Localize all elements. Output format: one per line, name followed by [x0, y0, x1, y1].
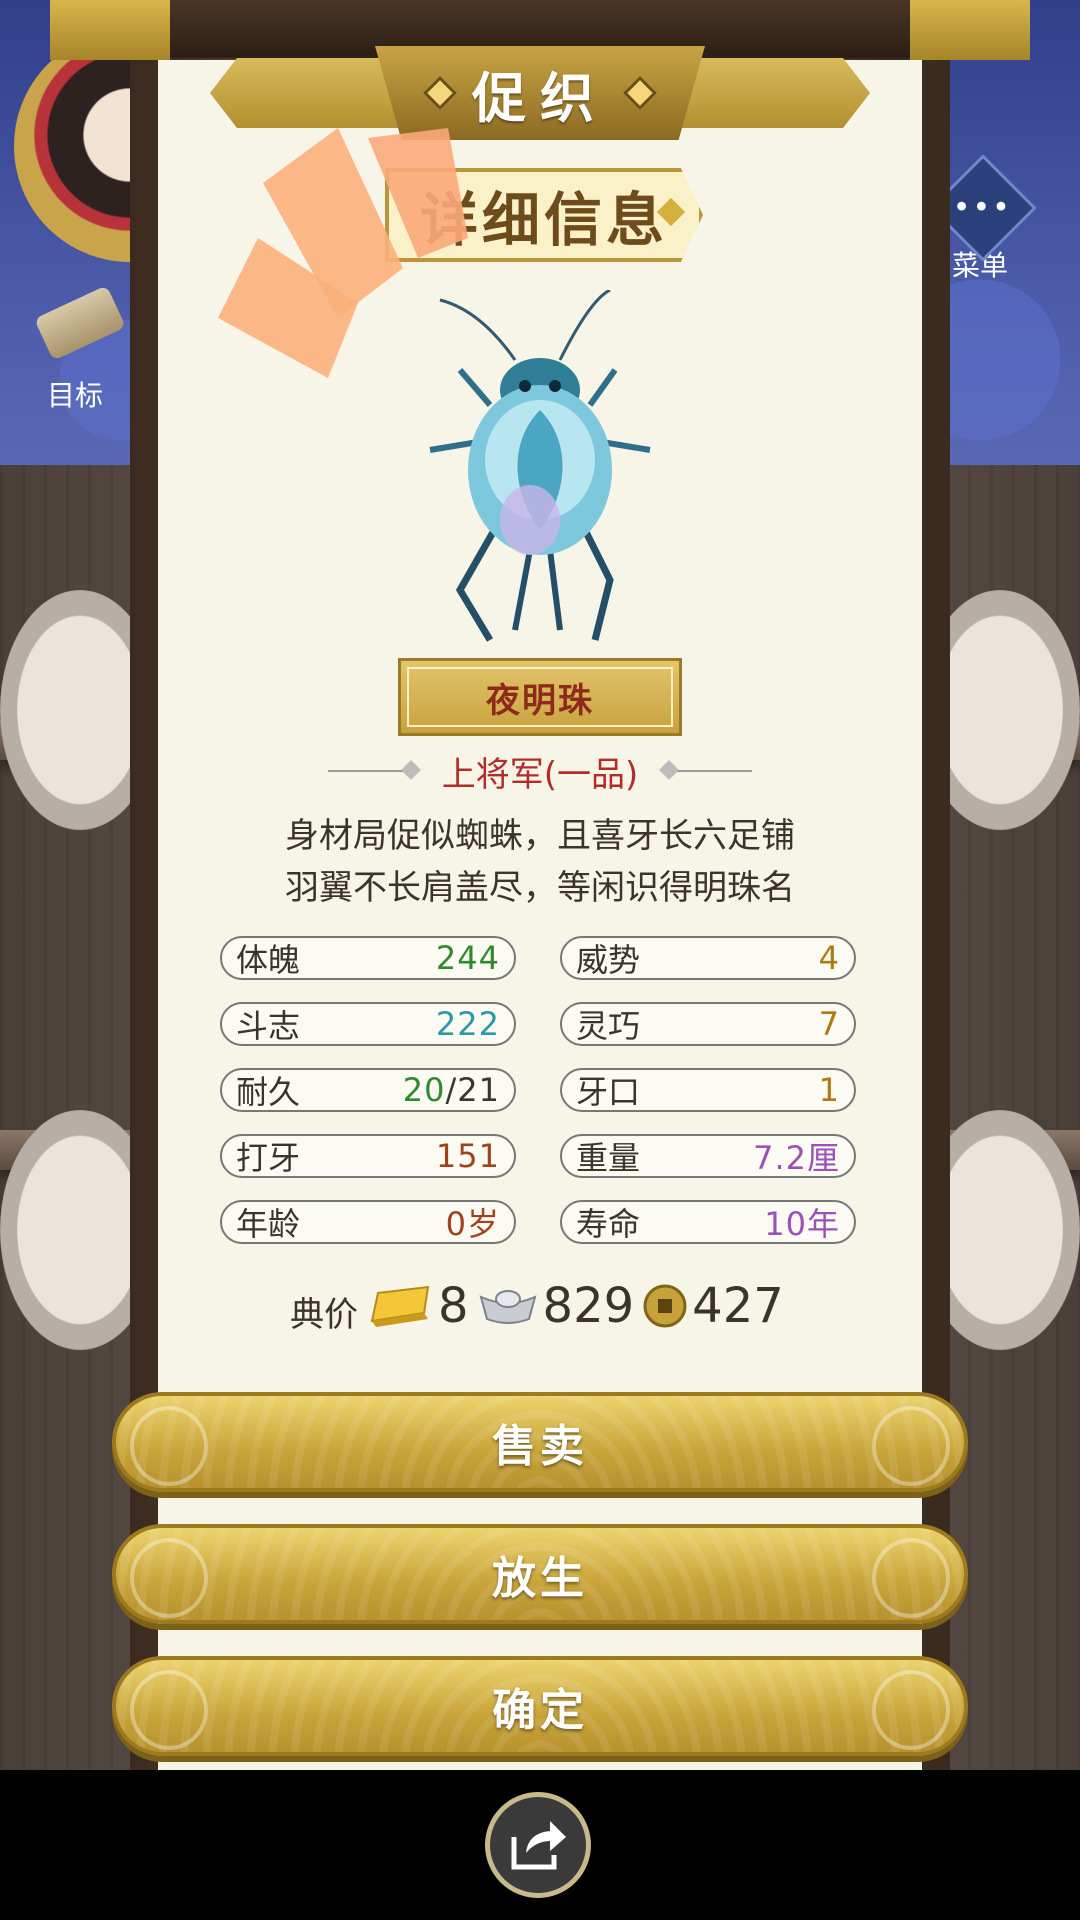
stat-value: 0岁 [445, 1205, 500, 1243]
stat-row: 重量 7.2厘 [560, 1134, 856, 1178]
cricket-icon [429, 290, 651, 642]
release-label: 放生 [492, 1553, 588, 1604]
stat-label: 灵巧 [576, 1007, 641, 1045]
sell-button[interactable]: 售卖 [112, 1392, 968, 1492]
stat-row: 威势 4 [560, 936, 856, 980]
poem-line: 身材局促似蜘蛛，且喜牙长六足铺 [285, 816, 795, 856]
stat-label: 寿命 [576, 1205, 641, 1243]
goal-label: 目标 [46, 379, 103, 412]
stat-label: 打牙 [236, 1139, 301, 1177]
copper-coin-icon [643, 1284, 687, 1328]
stat-label: 斗志 [236, 1007, 301, 1045]
cricket-poem: 身材局促似蜘蛛，且喜牙长六足铺 羽翼不长肩盖尽，等闲识得明珠名 [200, 810, 880, 914]
corner-ornament [50, 0, 170, 60]
stat-value: 7 [818, 1005, 840, 1043]
stat-value: 7.2厘 [753, 1139, 840, 1177]
cricket-rank-row: 上将军(一品) [290, 746, 790, 796]
scroll-icon [34, 285, 126, 370]
cricket-name: 夜明珠 [486, 680, 594, 721]
divider-ornament-icon [662, 770, 753, 772]
coin-amount: 427 [692, 1278, 784, 1334]
release-button[interactable]: 放生 [112, 1524, 968, 1624]
corner-ornament [910, 0, 1030, 60]
goal-button[interactable]: 目标 [20, 285, 130, 414]
stat-row: 年龄 0岁 [220, 1200, 516, 1244]
dialog-title-plate: 促织 [375, 46, 705, 140]
stat-label: 重量 [576, 1139, 641, 1177]
share-button[interactable] [485, 1792, 591, 1898]
stat-label: 威势 [576, 941, 641, 979]
silver-ingot-icon [479, 1290, 537, 1324]
stat-row: 牙口 1 [560, 1068, 856, 1112]
stat-value: 10年 [764, 1205, 840, 1243]
cricket-name-plate: 夜明珠 [398, 658, 682, 736]
stat-label: 牙口 [576, 1073, 641, 1111]
dialog-title: 促织 [472, 66, 608, 130]
diamond-ornament-icon [423, 76, 457, 110]
stat-value: 1 [818, 1071, 840, 1109]
confirm-label: 确定 [492, 1685, 588, 1736]
confirm-button[interactable]: 确定 [112, 1656, 968, 1756]
price-label: 典价 [290, 1294, 358, 1335]
stat-value: 151 [435, 1137, 500, 1175]
menu-icon: ••• [929, 154, 1037, 262]
stat-value-current: 20 [402, 1071, 446, 1109]
stat-row: 耐久 20/21 [220, 1068, 516, 1112]
share-icon [511, 1821, 566, 1870]
stat-row: 灵巧 7 [560, 1002, 856, 1046]
stat-label: 年龄 [236, 1205, 301, 1243]
stat-value-max: /21 [445, 1071, 500, 1109]
gold-amount: 8 [438, 1278, 469, 1334]
silver-amount: 829 [542, 1278, 635, 1334]
stat-row: 体魄 244 [220, 936, 516, 980]
poem-line: 羽翼不长肩盖尽，等闲识得明珠名 [285, 868, 795, 908]
stat-value: 222 [435, 1005, 500, 1043]
gold-bar-icon [370, 1285, 430, 1327]
stat-label: 体魄 [236, 941, 301, 979]
price-row: 典价 8 829 427 [290, 1276, 810, 1336]
cricket-rank: 上将军(一品) [441, 754, 639, 795]
stat-row: 寿命 10年 [560, 1200, 856, 1244]
stat-row: 斗志 222 [220, 1002, 516, 1046]
stat-label: 耐久 [236, 1073, 301, 1111]
stat-value: 4 [818, 939, 840, 977]
stat-value: 20/21 [403, 1071, 500, 1109]
stat-row: 打牙 151 [220, 1134, 516, 1178]
divider-ornament-icon [327, 770, 418, 772]
sell-label: 售卖 [492, 1421, 588, 1472]
stat-value: 244 [435, 939, 500, 977]
diamond-ornament-icon [623, 76, 657, 110]
